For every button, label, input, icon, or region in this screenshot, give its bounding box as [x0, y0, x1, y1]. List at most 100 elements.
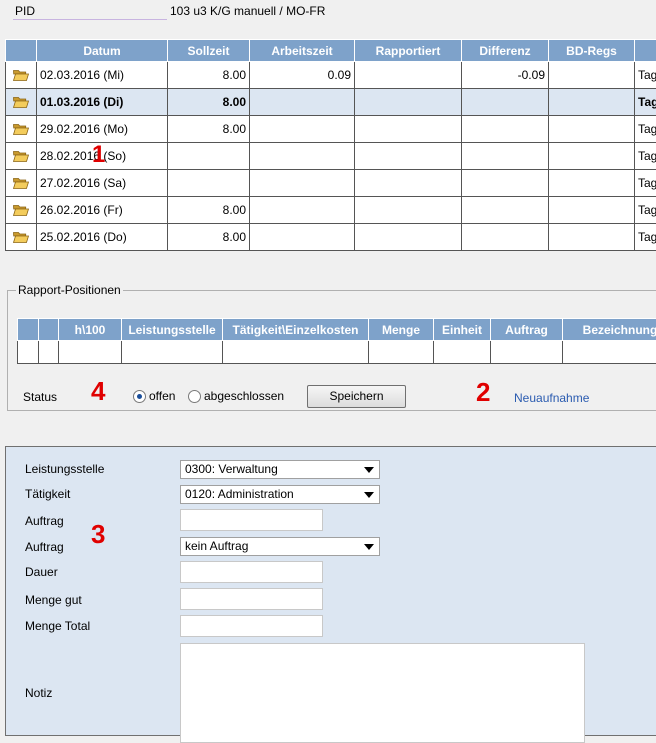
radio-offen[interactable] — [133, 390, 146, 403]
rapportiert-cell — [355, 197, 462, 224]
rapport-table: h\100 Leistungsstelle Tätigkeit\Einzelko… — [17, 318, 656, 364]
marker-3: 3 — [91, 519, 105, 550]
rp-cell — [122, 341, 223, 364]
rapportiert-cell — [355, 143, 462, 170]
radio-abgeschlossen-label: abgeschlossen — [204, 389, 284, 403]
folder-open-icon[interactable] — [13, 177, 29, 189]
rp-col-h100[interactable]: h\100 — [59, 319, 122, 341]
auftrag-select-value: kein Auftrag — [185, 539, 248, 553]
arbeitszeit-cell — [250, 197, 355, 224]
taetigkeit-select[interactable]: 0120: Administration — [180, 485, 380, 504]
rapport-positionen-panel: Rapport-Positionen h\100 Leistungsstelle… — [7, 283, 656, 411]
arbeitszeit-cell — [250, 89, 355, 116]
menge-gut-label: Menge gut — [25, 593, 82, 607]
rapport-table-header: h\100 Leistungsstelle Tätigkeit\Einzelko… — [18, 319, 656, 341]
differenz-cell — [462, 116, 549, 143]
notiz-textarea[interactable] — [180, 643, 585, 743]
menge-gut-input[interactable] — [180, 588, 323, 610]
rp-col-taetigkeit[interactable]: Tätigkeit\Einzelkosten — [223, 319, 369, 341]
leistungsstelle-select[interactable]: 0300: Verwaltung — [180, 460, 380, 479]
folder-cell[interactable] — [6, 143, 37, 170]
col-icon — [6, 40, 37, 62]
rapportiert-cell — [355, 62, 462, 89]
radio-abgeschlossen[interactable] — [188, 390, 201, 403]
rapportiert-cell — [355, 224, 462, 251]
bdregs-cell — [549, 89, 635, 116]
differenz-cell — [462, 89, 549, 116]
rp-cell — [39, 341, 59, 364]
col-rapportiert[interactable]: Rapportiert — [355, 40, 462, 62]
extra-cell: Tag — [635, 143, 656, 170]
bdregs-cell — [549, 143, 635, 170]
col-sollzeit[interactable]: Sollzeit — [168, 40, 250, 62]
rp-col-1 — [18, 319, 39, 341]
table-row[interactable]: 25.02.2016 (Do)8.00Tag — [6, 224, 656, 251]
folder-cell[interactable] — [6, 170, 37, 197]
datum-cell: 27.02.2016 (Sa) — [37, 170, 168, 197]
folder-cell[interactable] — [6, 197, 37, 224]
rp-cell — [563, 341, 656, 364]
auftrag-input[interactable] — [180, 509, 323, 531]
arbeitszeit-cell — [250, 170, 355, 197]
col-extra — [635, 40, 656, 62]
arbeitszeit-cell — [250, 224, 355, 251]
rapportiert-cell — [355, 170, 462, 197]
rp-col-2 — [39, 319, 59, 341]
table-row[interactable]: 29.02.2016 (Mo)8.00Tag — [6, 116, 656, 143]
rapportiert-cell — [355, 89, 462, 116]
notiz-label: Notiz — [25, 686, 52, 700]
folder-cell[interactable] — [6, 62, 37, 89]
leistungsstelle-value: 0300: Verwaltung — [185, 462, 278, 476]
bdregs-cell — [549, 197, 635, 224]
status-abgeschlossen-option[interactable]: abgeschlossen — [188, 389, 284, 403]
folder-open-icon[interactable] — [13, 231, 29, 243]
auftrag-input-label: Auftrag — [25, 514, 64, 528]
table-row[interactable]: 26.02.2016 (Fr)8.00Tag — [6, 197, 656, 224]
rp-col-menge[interactable]: Menge — [369, 319, 434, 341]
table-row[interactable]: 01.03.2016 (Di)8.00Tag — [6, 89, 656, 116]
status-offen-option[interactable]: offen — [133, 389, 175, 403]
sollzeit-cell: 8.00 — [168, 197, 250, 224]
datum-cell: 29.02.2016 (Mo) — [37, 116, 168, 143]
rp-col-bezeichnung[interactable]: Bezeichnung — [563, 319, 656, 341]
datum-cell: 01.03.2016 (Di) — [37, 89, 168, 116]
dauer-input[interactable] — [180, 561, 323, 583]
arbeitszeit-cell — [250, 116, 355, 143]
auftrag-select[interactable]: kein Auftrag — [180, 537, 380, 556]
extra-cell: Tag — [635, 197, 656, 224]
table-row[interactable]: 27.02.2016 (Sa)Tag — [6, 170, 656, 197]
rp-cell — [18, 341, 39, 364]
folder-open-icon[interactable] — [13, 123, 29, 135]
col-differenz[interactable]: Differenz — [462, 40, 549, 62]
bdregs-cell — [549, 116, 635, 143]
datum-cell: 02.03.2016 (Mi) — [37, 62, 168, 89]
differenz-cell: -0.09 — [462, 62, 549, 89]
folder-cell[interactable] — [6, 116, 37, 143]
col-datum[interactable]: Datum — [37, 40, 168, 62]
folder-open-icon[interactable] — [13, 204, 29, 216]
folder-cell[interactable] — [6, 224, 37, 251]
marker-2: 2 — [476, 377, 490, 408]
table-row[interactable]: 02.03.2016 (Mi)8.000.09-0.09Tag — [6, 62, 656, 89]
pid-underline — [13, 19, 167, 20]
chevron-down-icon — [364, 467, 374, 473]
folder-cell[interactable] — [6, 89, 37, 116]
rp-col-auftrag[interactable]: Auftrag — [491, 319, 563, 341]
folder-open-icon[interactable] — [13, 96, 29, 108]
col-arbeitszeit[interactable]: Arbeitszeit — [250, 40, 355, 62]
menge-total-input[interactable] — [180, 615, 323, 637]
leistungsstelle-label: Leistungsstelle — [25, 462, 104, 476]
col-bdregs[interactable]: BD-Regs — [549, 40, 635, 62]
pid-value: 103 u3 K/G manuell / MO-FR — [170, 4, 325, 18]
rp-cell — [59, 341, 122, 364]
rp-col-einheit[interactable]: Einheit — [434, 319, 491, 341]
save-button[interactable]: Speichern — [307, 385, 406, 408]
folder-open-icon[interactable] — [13, 69, 29, 81]
neuaufnahme-link[interactable]: Neuaufnahme — [514, 391, 589, 405]
folder-open-icon[interactable] — [13, 150, 29, 162]
rp-col-leistungsstelle[interactable]: Leistungsstelle — [122, 319, 223, 341]
rp-cell — [369, 341, 434, 364]
marker-4: 4 — [91, 376, 105, 407]
extra-cell: Tag — [635, 116, 656, 143]
pid-label: PID — [15, 4, 35, 18]
